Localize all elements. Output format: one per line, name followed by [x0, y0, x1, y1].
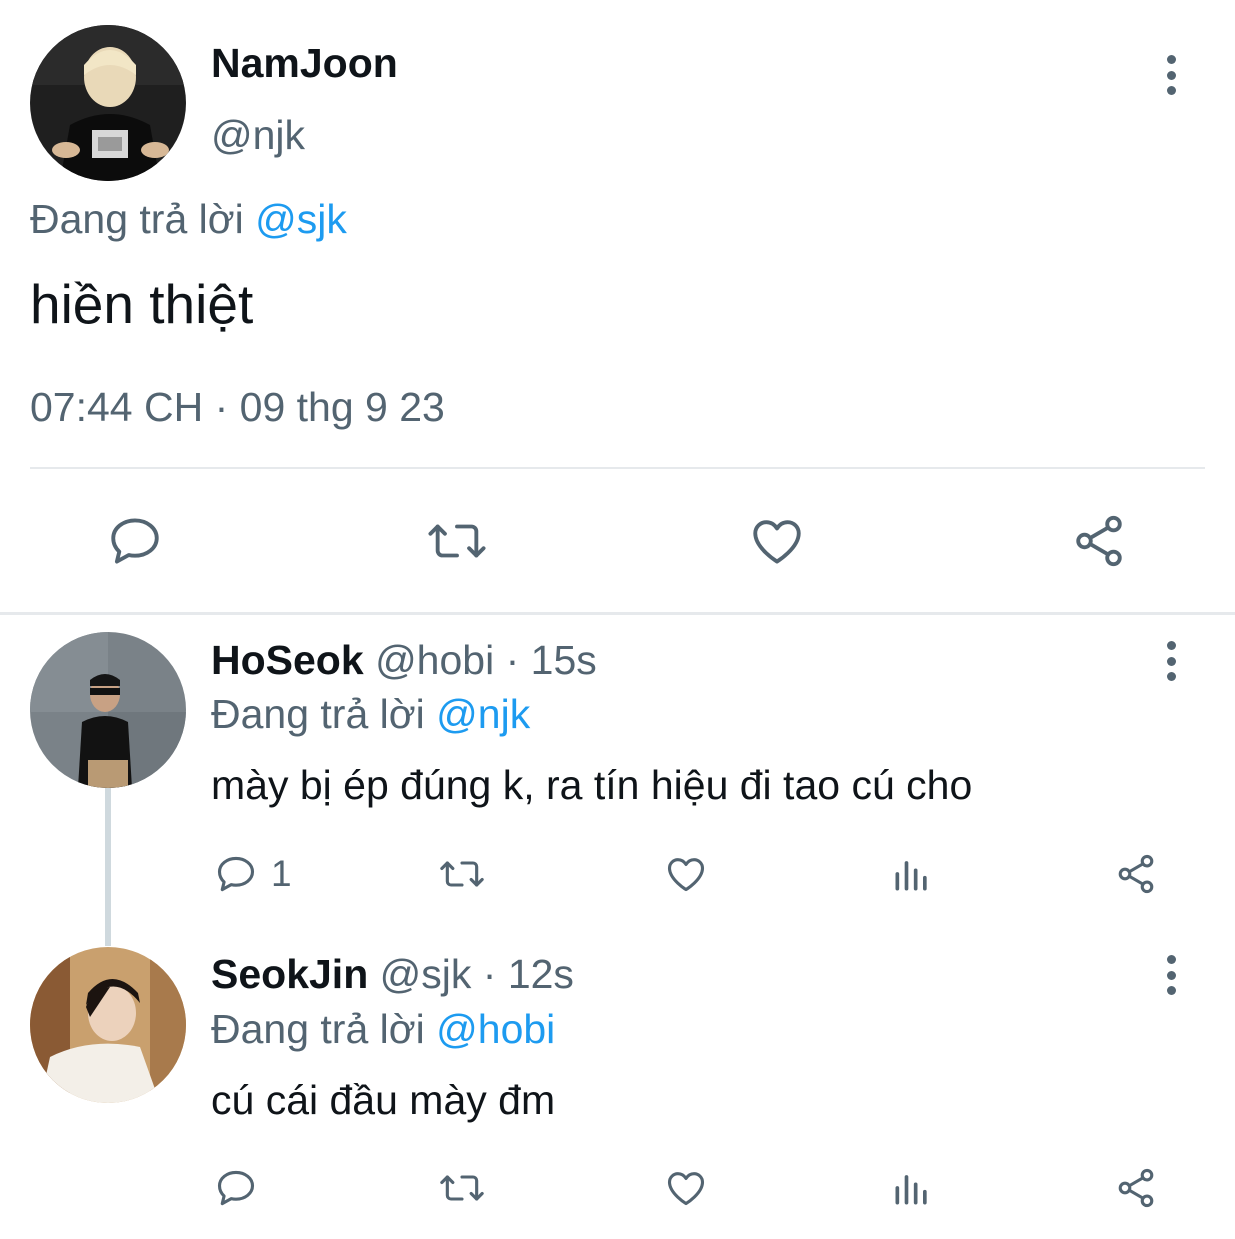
replying-to-link[interactable]: @sjk: [255, 196, 347, 242]
more-options-icon[interactable]: [1161, 55, 1181, 95]
reply-icon[interactable]: [214, 1166, 258, 1210]
display-name[interactable]: HoSeok: [211, 637, 364, 683]
avatar-hoseok-icon: [30, 632, 186, 788]
reply-time[interactable]: · 12s: [483, 951, 574, 997]
avatar-namjoon-icon: [30, 25, 186, 181]
replying-prefix: Đang trả lời: [211, 1006, 425, 1052]
like-icon[interactable]: [748, 512, 806, 570]
handle[interactable]: @sjk: [380, 951, 472, 997]
replying-to-link[interactable]: @hobi: [436, 1006, 555, 1052]
display-name[interactable]: NamJoon: [211, 38, 398, 88]
reply-icon[interactable]: [106, 512, 164, 570]
avatar-seokjin-icon: [30, 947, 186, 1103]
divider: [30, 467, 1205, 469]
avatar[interactable]: [30, 632, 186, 788]
replying-prefix: Đang trả lời: [211, 691, 425, 737]
share-icon[interactable]: [1114, 1166, 1158, 1210]
handle[interactable]: @njk: [211, 110, 305, 160]
analytics-icon[interactable]: [890, 1166, 934, 1210]
share-icon[interactable]: [1070, 512, 1128, 570]
like-icon[interactable]: [664, 1166, 708, 1210]
reply-header: HoSeok @hobi · 15s: [211, 634, 597, 686]
reply-text: cú cái đầu mày đm: [211, 1077, 556, 1123]
thread-connector: [105, 788, 111, 946]
reply-count: 1: [271, 853, 292, 894]
like-icon[interactable]: [664, 852, 708, 896]
replying-to-line: Đang trả lời @hobi: [211, 1003, 555, 1055]
handle[interactable]: @hobi: [375, 637, 494, 683]
tweet-text: hiền thiệt: [30, 273, 254, 335]
replying-prefix: Đang trả lời: [30, 196, 244, 242]
retweet-icon[interactable]: [437, 1166, 487, 1210]
retweet-icon[interactable]: [437, 852, 487, 896]
replying-to-line: Đang trả lời @sjk: [30, 193, 347, 245]
timestamp[interactable]: 07:44 CH · 09 thg 9 23: [30, 380, 445, 434]
analytics-icon[interactable]: [890, 852, 934, 896]
replying-to-line: Đang trả lời @njk: [211, 688, 530, 740]
reply-text: mày bị ép đúng k, ra tín hiệu đi tao cú …: [211, 762, 973, 808]
reply-icon[interactable]: [214, 852, 258, 896]
more-options-icon[interactable]: [1161, 955, 1181, 995]
avatar[interactable]: [30, 947, 186, 1103]
share-icon[interactable]: [1114, 852, 1158, 896]
section-divider: [0, 612, 1235, 615]
reply-header: SeokJin @sjk · 12s: [211, 948, 574, 1000]
avatar[interactable]: [30, 25, 186, 181]
more-options-icon[interactable]: [1161, 641, 1181, 681]
retweet-icon[interactable]: [424, 512, 490, 570]
display-name[interactable]: SeokJin: [211, 951, 368, 997]
replying-to-link[interactable]: @njk: [436, 691, 530, 737]
reply-time[interactable]: · 15s: [506, 637, 597, 683]
